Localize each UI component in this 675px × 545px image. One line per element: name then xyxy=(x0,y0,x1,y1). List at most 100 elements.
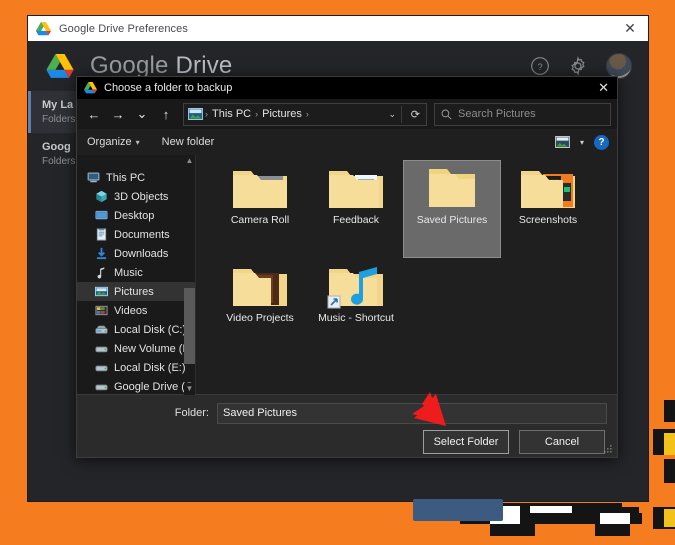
settings-gear-icon[interactable] xyxy=(568,56,588,76)
svg-text:?: ? xyxy=(537,62,542,72)
choose-folder-dialog: Choose a folder to backup ✕ ← → ⌄ ↑ › Th… xyxy=(76,76,618,458)
tree-item-local-disk-e[interactable]: Local Disk (E:) xyxy=(77,358,195,377)
search-placeholder: Search Pictures xyxy=(458,108,536,120)
google-drive-icon xyxy=(36,21,51,35)
drive-icon xyxy=(95,384,108,391)
preferences-close-button[interactable]: ✕ xyxy=(622,20,638,36)
tree-item-label: 3D Objects xyxy=(114,190,169,203)
folder-shortcut-icon xyxy=(327,267,383,309)
sprite-pixel xyxy=(490,524,535,536)
tree-item-label: Documents xyxy=(114,228,170,241)
desktop-icon xyxy=(95,210,108,220)
dialog-navigation-bar: ← → ⌄ ↑ › This PC › Pictures › ⌄ ⟳ Searc… xyxy=(77,99,617,129)
preferences-primary-button[interactable] xyxy=(413,499,503,521)
sprite-pixel xyxy=(595,524,630,536)
search-box[interactable]: Search Pictures xyxy=(434,102,611,126)
tree-item-music[interactable]: Music xyxy=(77,263,195,282)
sprite-pixel xyxy=(664,459,675,483)
view-layout-icon[interactable] xyxy=(555,136,570,148)
folder-name-input[interactable]: Saved Pictures xyxy=(217,402,607,424)
tree-item-desktop[interactable]: Desktop xyxy=(77,206,195,225)
sprite-pixel xyxy=(653,429,675,455)
file-item-label: Screenshots xyxy=(518,214,578,226)
preferences-titlebar: Google Drive Preferences ✕ xyxy=(28,16,648,41)
navigation-tree: ▲ ▼ This PC 3D Objects Desktop Documents… xyxy=(77,155,196,395)
dialog-command-bar: Organize ▾ New folder ▾ ? xyxy=(77,129,617,155)
folder-plain-icon xyxy=(429,169,475,207)
brand-google: Google xyxy=(90,52,169,79)
dialog-close-button[interactable]: ✕ xyxy=(598,79,609,97)
sprite-pixel xyxy=(600,513,630,524)
file-item-label: Music - Shortcut xyxy=(318,312,394,324)
tree-scroll-down-button[interactable]: ▼ xyxy=(184,383,195,395)
dialog-title: Choose a folder to backup xyxy=(104,82,233,94)
file-item-camera-roll[interactable]: Camera Roll xyxy=(212,161,308,257)
file-item-label: Feedback xyxy=(332,214,380,226)
system-drive-icon xyxy=(95,325,108,334)
folder-docs-icon xyxy=(329,171,383,208)
dialog-titlebar: Choose a folder to backup ✕ xyxy=(77,77,617,99)
select-folder-button[interactable]: Select Folder xyxy=(423,430,509,454)
breadcrumb-pictures[interactable]: Pictures xyxy=(258,108,306,120)
forward-button[interactable]: → xyxy=(107,103,129,125)
address-divider xyxy=(401,105,402,123)
tree-item-label: Music xyxy=(114,266,143,279)
videos-icon xyxy=(95,305,108,316)
folder-photo-icon xyxy=(233,171,287,208)
refresh-icon[interactable]: ⟳ xyxy=(411,108,420,121)
drive-icon xyxy=(95,365,108,372)
tree-item-this-pc[interactable]: This PC xyxy=(77,168,195,187)
sprite-pixel xyxy=(664,400,675,422)
folder-name-row: Folder: Saved Pictures xyxy=(77,400,617,426)
sprite-pixel xyxy=(630,513,642,524)
help-button[interactable]: ? xyxy=(594,134,609,150)
dialog-footer: Folder: Saved Pictures Select Folder Can… xyxy=(77,394,617,457)
cancel-button[interactable]: Cancel xyxy=(519,430,605,454)
sprite-pixel xyxy=(530,506,572,516)
pictures-folder-icon xyxy=(188,108,203,120)
back-button[interactable]: ← xyxy=(83,103,105,125)
google-drive-icon xyxy=(84,82,97,94)
tree-item-label: Local Disk (C:) xyxy=(114,323,187,336)
file-item-music-shortcut[interactable]: Music - Shortcut xyxy=(308,259,404,355)
tree-item-new-volume-d[interactable]: New Volume (D: xyxy=(77,339,195,358)
new-folder-button[interactable]: New folder xyxy=(162,136,215,148)
sprite-pixel xyxy=(664,509,675,527)
organize-button[interactable]: Organize ▾ xyxy=(87,136,140,148)
tree-item-label: Videos xyxy=(114,304,148,317)
file-item-video-projects[interactable]: Video Projects xyxy=(212,259,308,355)
file-list-pane: Camera Roll Feedback Saved Pictures Scre… xyxy=(196,155,617,395)
tree-items: This PC 3D Objects Desktop Documents Dow… xyxy=(77,155,195,395)
tree-item-3d-objects[interactable]: 3D Objects xyxy=(77,187,195,206)
file-item-screenshots[interactable]: Screenshots xyxy=(500,161,596,257)
breadcrumb-this-pc[interactable]: This PC xyxy=(208,108,255,120)
address-bar[interactable]: › This PC › Pictures › ⌄ ⟳ xyxy=(183,102,427,126)
command-bar-right-group: ▾ ? xyxy=(555,134,609,150)
file-item-feedback[interactable]: Feedback xyxy=(308,161,404,257)
tree-scrollbar-thumb[interactable] xyxy=(184,288,195,364)
tree-scroll-up-button[interactable]: ▲ xyxy=(184,155,195,167)
tree-item-label: Local Disk (E:) xyxy=(114,361,186,374)
recent-locations-button[interactable]: ⌄ xyxy=(131,103,153,125)
address-dropdown-icon[interactable]: ⌄ xyxy=(388,109,396,120)
tree-item-google-drive-g[interactable]: Google Drive (G: xyxy=(77,377,195,395)
tree-item-downloads[interactable]: Downloads xyxy=(77,244,195,263)
tree-item-pictures[interactable]: Pictures xyxy=(77,282,195,301)
dialog-panes: ▲ ▼ This PC 3D Objects Desktop Documents… xyxy=(77,155,617,395)
tree-item-videos[interactable]: Videos xyxy=(77,301,195,320)
tree-item-documents[interactable]: Documents xyxy=(77,225,195,244)
view-chevron-down-icon[interactable]: ▾ xyxy=(580,138,584,147)
help-icon[interactable]: ? xyxy=(530,56,550,76)
this-pc-icon xyxy=(87,172,100,183)
up-button[interactable]: ↑ xyxy=(155,103,177,125)
chevron-down-icon: ▾ xyxy=(135,138,140,147)
preferences-title: Google Drive Preferences xyxy=(59,22,188,35)
resize-grip-icon[interactable] xyxy=(604,445,613,454)
sprite-pixel xyxy=(664,433,675,455)
tree-item-local-disk-c[interactable]: Local Disk (C:) xyxy=(77,320,195,339)
tree-item-label: New Volume (D: xyxy=(114,342,194,355)
dialog-button-row: Select Folder Cancel xyxy=(77,430,617,454)
music-icon xyxy=(97,267,105,279)
organize-label: Organize xyxy=(87,136,132,148)
file-item-saved-pictures[interactable]: Saved Pictures xyxy=(403,160,501,258)
